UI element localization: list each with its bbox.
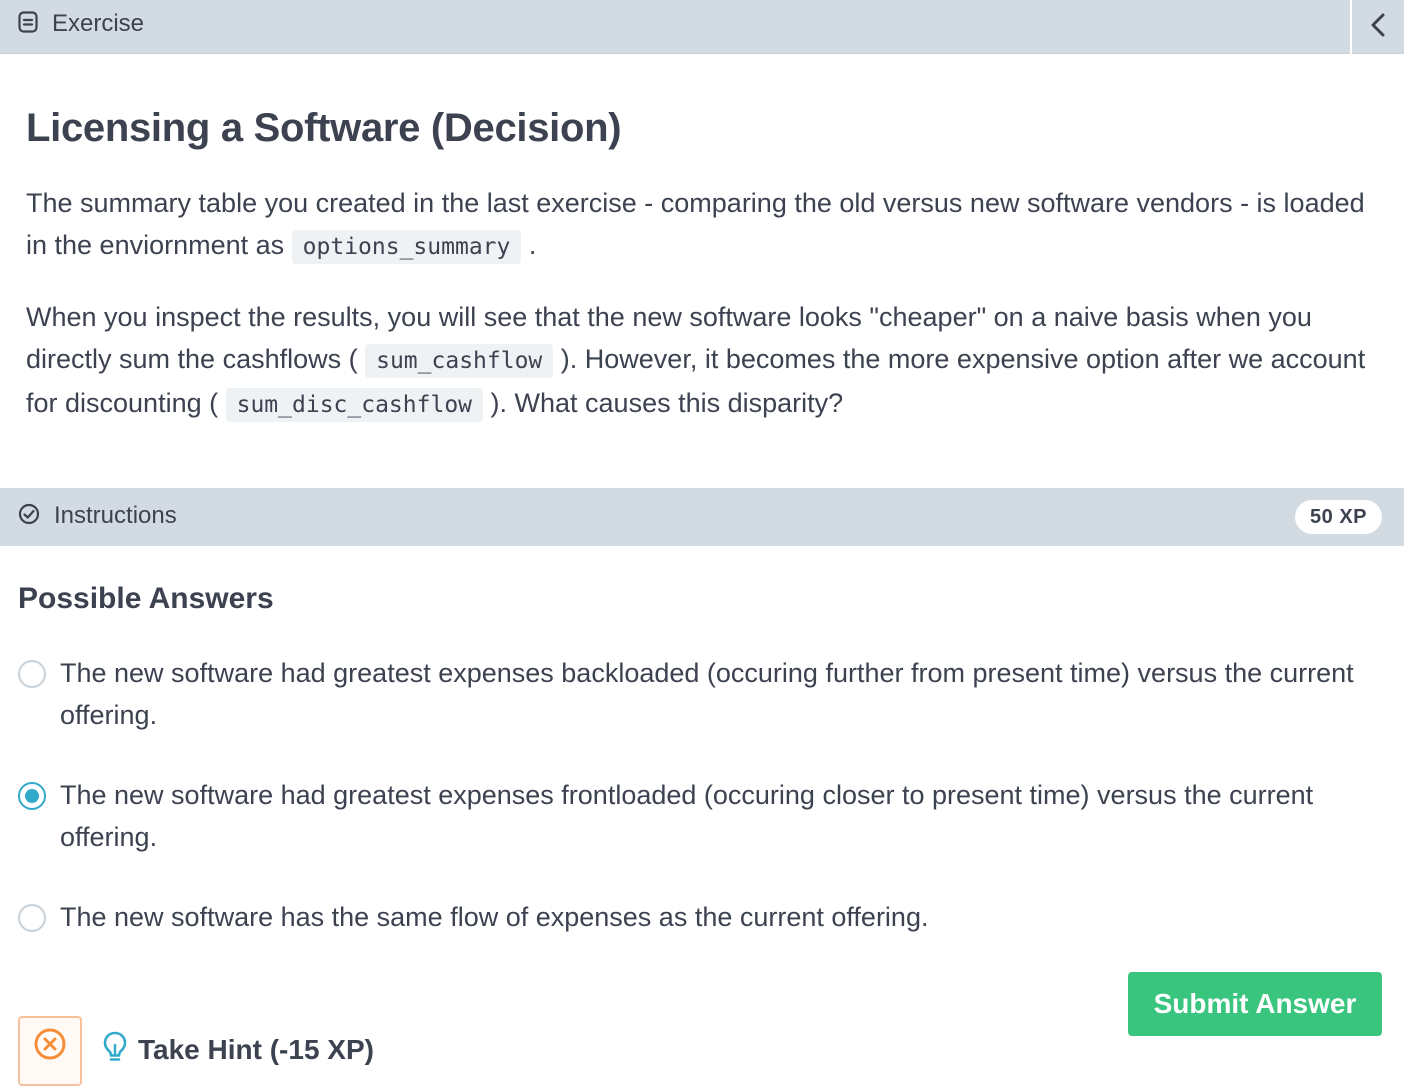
- code-sum-disc-cashflow: sum_disc_cashflow: [225, 388, 484, 422]
- answer-option-label: The new software has the same flow of ex…: [60, 902, 929, 932]
- instructions-label: Instructions: [54, 502, 177, 529]
- exercise-title: Licensing a Software (Decision): [26, 106, 622, 150]
- instructions-header: Instructions 50 XP: [0, 488, 1404, 546]
- take-hint-label: Take Hint (-15 XP): [138, 1033, 374, 1065]
- radio-button[interactable]: [18, 904, 46, 932]
- instructions-title-group: Instructions: [18, 488, 177, 544]
- answer-option-3[interactable]: The new software has the same flow of ex…: [18, 896, 1378, 938]
- take-hint-button[interactable]: Take Hint (-15 XP): [102, 1030, 374, 1069]
- collapse-panel-button[interactable]: [1350, 0, 1404, 54]
- radio-button-selected[interactable]: [18, 782, 46, 810]
- exercise-header-title-group: Exercise: [18, 0, 144, 48]
- close-circle-icon: [33, 1027, 67, 1066]
- xp-badge: 50 XP: [1295, 500, 1382, 534]
- description-text: .: [521, 230, 537, 260]
- code-sum-cashflow: sum_cashflow: [365, 344, 554, 378]
- answer-option-2[interactable]: The new software had greatest expenses f…: [18, 774, 1378, 858]
- exercise-header-label: Exercise: [52, 10, 145, 37]
- possible-answers-title: Possible Answers: [18, 582, 274, 615]
- radio-button[interactable]: [18, 660, 46, 688]
- exercise-content: Licensing a Software (Decision) The summ…: [26, 80, 1376, 422]
- description-text: ). What causes this disparity?: [483, 388, 844, 418]
- check-circle-icon: [18, 503, 40, 530]
- answer-option-label: The new software had greatest expenses f…: [60, 780, 1314, 852]
- lightbulb-icon: [102, 1030, 128, 1069]
- answer-option-label: The new software had greatest expenses b…: [60, 658, 1354, 730]
- submit-answer-button[interactable]: Submit Answer: [1128, 972, 1382, 1036]
- dismiss-button[interactable]: [18, 1016, 82, 1086]
- exercise-description-paragraph-1: The summary table you created in the las…: [26, 182, 1366, 268]
- exercise-description-paragraph-2: When you inspect the results, you will s…: [26, 296, 1376, 426]
- exercise-header: Exercise: [0, 0, 1404, 54]
- description-text: The summary table you created in the las…: [26, 188, 1365, 260]
- chevron-left-icon: [1370, 12, 1386, 43]
- code-options-summary: options_summary: [291, 230, 522, 264]
- document-icon: [18, 10, 38, 38]
- answer-option-1[interactable]: The new software had greatest expenses b…: [18, 652, 1378, 736]
